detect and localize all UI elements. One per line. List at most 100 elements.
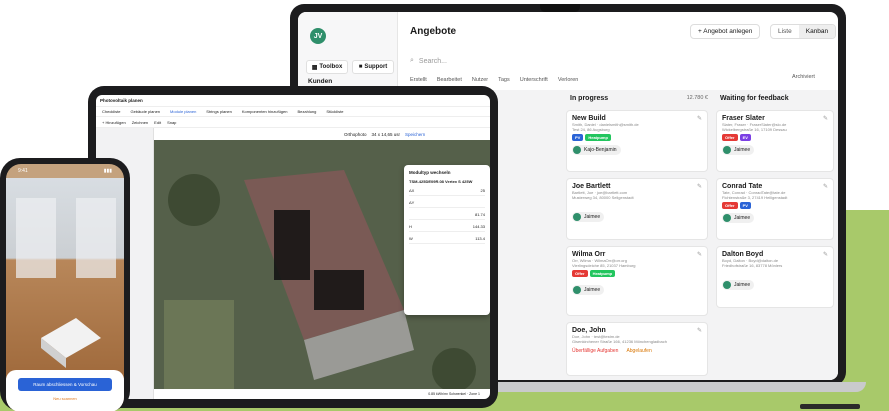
card-address: Fichtenstraße 3, 27419 Heiligenstadt: [722, 195, 788, 200]
filter-erstellt[interactable]: Erstellt: [410, 77, 427, 83]
step-checklist[interactable]: Checkliste: [102, 109, 120, 114]
field-value: 25: [480, 188, 485, 193]
card-edit-icon[interactable]: ✎: [697, 183, 702, 190]
view-toggle: Liste Kanban: [770, 24, 837, 39]
add-offer-button[interactable]: + Angebot anlegen: [690, 24, 761, 39]
bottom-sheet: Raum abschliessen & Vorschau Neu scannen: [6, 370, 124, 411]
assignee-name: Jaimee: [584, 214, 601, 220]
assignee-avatar: [573, 213, 581, 221]
field-angle[interactable]: 81.74: [409, 212, 485, 220]
phone-time: 9:41: [18, 168, 28, 174]
view-kanban-button[interactable]: Kanban: [798, 25, 836, 38]
field-label: ΔY: [409, 200, 415, 205]
view-list-button[interactable]: Liste: [771, 25, 799, 38]
card-tags: Offer PV: [722, 202, 828, 209]
field-dx[interactable]: ΔX 25: [409, 188, 485, 196]
field-value: 144.33: [472, 224, 485, 229]
card-assignee: Jaimee: [722, 145, 755, 155]
toolbox-tab[interactable]: ▦ Toolbox: [306, 60, 348, 74]
step-strings[interactable]: Strings planen: [206, 109, 232, 114]
card-assignee: Jaimee: [572, 285, 605, 295]
card-edit-icon[interactable]: ✎: [823, 115, 828, 122]
search-placeholder: Search...: [418, 57, 447, 65]
card-badges: Überfällige Aufgaben Abgelaufen: [572, 348, 702, 354]
filter-tags[interactable]: Tags: [498, 77, 510, 83]
map-zoom-readout: 34 x 14,65 usr: [371, 131, 401, 137]
panel-title: Modultyp wechseln: [409, 170, 451, 175]
step-modules[interactable]: Module planen: [170, 109, 196, 114]
search-input[interactable]: ⌕ Search...: [410, 54, 830, 68]
archived-toggle[interactable]: Archiviert: [792, 74, 815, 80]
phone-status-bar: 9:41 ▮▮▮: [6, 164, 124, 178]
step-building[interactable]: Gebäude planen: [130, 109, 160, 114]
sidebar-item-kunden[interactable]: Kunden: [308, 78, 332, 85]
filter-nutzer[interactable]: Nutzer: [472, 77, 488, 83]
map-toolbar: Orthophoto 34 x 14,65 usr Speichern: [154, 128, 490, 140]
field-width[interactable]: W 113.4: [409, 236, 485, 244]
tag-pv: PV: [572, 134, 584, 141]
card-edit-icon[interactable]: ✎: [697, 251, 702, 258]
card-address: Gisenkirchener Straße 166, 41236 Mönchen…: [572, 339, 667, 344]
card-edit-icon[interactable]: ✎: [697, 115, 702, 122]
card-address: Vierlingsdeiche 85, 21037 Hamburg: [572, 263, 636, 268]
card-address: Wickelbergstraße 16, 17109 Dessau: [722, 127, 787, 132]
filter-bearbeitet[interactable]: Bearbeitet: [437, 77, 462, 83]
card-edit-icon[interactable]: ✎: [823, 183, 828, 190]
step-bom[interactable]: Stückliste: [326, 109, 343, 114]
assignee-name: Jaimee: [584, 287, 601, 293]
column-sum: 12.780 €: [686, 95, 708, 101]
filter-unterschrift[interactable]: Unterschrift: [520, 77, 548, 83]
kanban-card[interactable]: ✎ Doe, John Doe, John · test@testm.de Gi…: [566, 322, 708, 376]
kanban-card[interactable]: ✎ Wilma Orr Orr, Wilma · WilmaOrr@orr.or…: [566, 246, 708, 316]
card-tags: PV Heatpump: [572, 134, 702, 141]
save-button[interactable]: Speichern: [405, 132, 425, 137]
card-name: New Build: [572, 115, 606, 122]
room-scan-view: [6, 178, 124, 378]
tag-offer: Offer: [572, 270, 588, 277]
toolbox-icon: ▦: [311, 64, 318, 71]
draw-tool[interactable]: Zeichnen: [132, 120, 148, 125]
column-title: In progress: [570, 94, 609, 102]
room-3d-preview: [16, 198, 116, 368]
filter-verloren[interactable]: Verloren: [558, 77, 579, 83]
support-icon: ■: [358, 64, 363, 70]
map-view-select[interactable]: Orthophoto: [344, 132, 367, 137]
support-tab[interactable]: ■ Support: [352, 60, 394, 74]
finish-room-button[interactable]: Raum abschliessen & Vorschau: [18, 378, 112, 391]
card-edit-icon[interactable]: ✎: [823, 251, 828, 258]
kanban-column-waiting: Waiting for feedback ✎ Fraser Slater Sla…: [716, 90, 836, 380]
field-value: 81.74: [474, 212, 485, 217]
snap-tool[interactable]: Snap: [167, 120, 176, 125]
step-payment[interactable]: Bezahlung: [297, 109, 316, 114]
field-label: W: [409, 236, 413, 241]
kanban-card[interactable]: ✎ Conrad Tate Tate, Conrad · ConradTate@…: [716, 178, 834, 240]
column-header: Waiting for feedback: [716, 90, 836, 106]
field-dy[interactable]: ΔY: [409, 200, 485, 208]
filter-bar: Erstellt Bearbeitet Nutzer Tags Untersch…: [410, 74, 830, 86]
page-title: Angebote: [410, 26, 457, 37]
rescan-link[interactable]: Neu scannen: [6, 396, 124, 401]
kanban-card[interactable]: ✎ Joe Bartlett Bartlett, Joe · joe@bartl…: [566, 178, 708, 240]
kanban-card[interactable]: ✎ Dalton Boyd Boyd, Dalton · Boyd@dalton…: [716, 246, 834, 308]
tag-heatpump: Heatpump: [585, 134, 611, 141]
kanban-card[interactable]: ✎ Fraser Slater Slater, Fraser · FraserS…: [716, 110, 834, 172]
add-tool[interactable]: + Hinzufügen: [102, 120, 126, 125]
avatar[interactable]: JV: [310, 28, 326, 44]
badge-overdue-tasks: Überfällige Aufgaben: [572, 348, 619, 354]
assignee-name: Jaimee: [734, 147, 751, 153]
tag-offer: Offer: [722, 134, 738, 141]
assignee-avatar: [723, 214, 731, 222]
kanban-column-in-progress: In progress 12.780 € ✎ New Build Smith, …: [566, 90, 712, 380]
card-address: Friedhofstraße 16, 83778 Mönlers: [722, 263, 783, 268]
kanban-card[interactable]: ✎ New Build Smith, Daniel · danielsmith@…: [566, 110, 708, 172]
card-edit-icon[interactable]: ✎: [697, 327, 702, 334]
card-name: Dalton Boyd: [722, 251, 764, 258]
card-address: Test 24, 86 Augsburg: [572, 127, 610, 132]
card-tags: Offer Heatpump: [572, 270, 702, 277]
card-name: Conrad Tate: [722, 183, 763, 190]
step-components[interactable]: Komponenten hinzufügen: [242, 109, 288, 114]
field-height[interactable]: H 144.33: [409, 224, 485, 232]
tablet-screen: Photovoltaik planen Checkliste Gebäude p…: [96, 95, 490, 399]
assignee-avatar: [573, 286, 581, 294]
edit-tool[interactable]: Edit: [154, 120, 161, 125]
